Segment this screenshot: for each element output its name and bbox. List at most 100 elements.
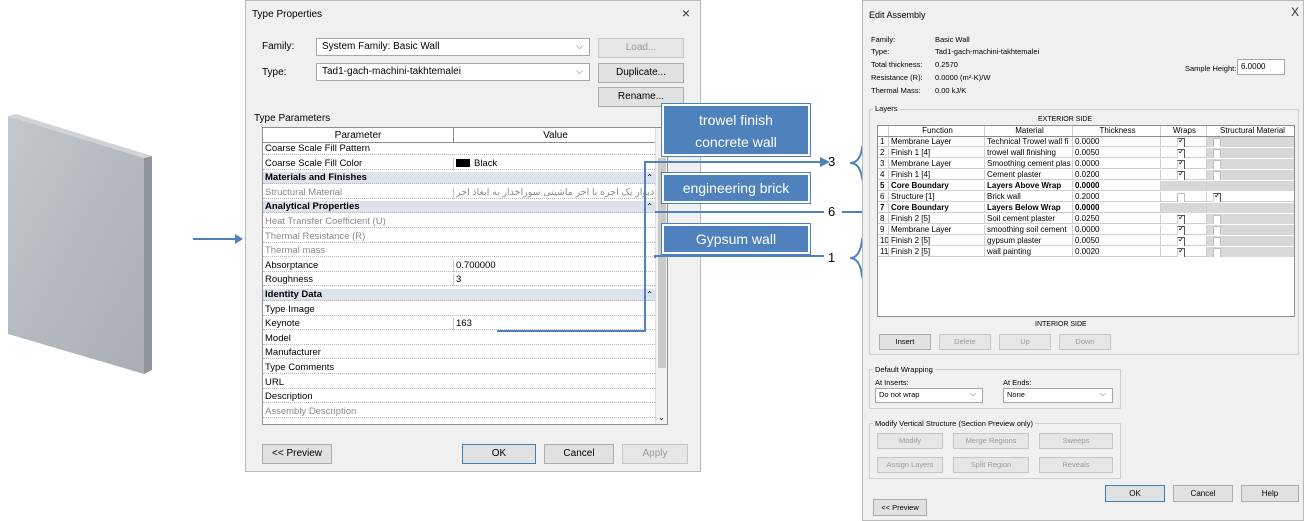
at-inserts-select[interactable]: Do not wrap ⌵ [875,388,983,403]
wraps-checkbox[interactable] [1177,215,1185,224]
layer-thickness[interactable]: 0.0000 [1072,181,1160,191]
structural-checkbox[interactable] [1213,149,1221,158]
layer-material[interactable]: Brick wall [984,192,1072,202]
layer-row[interactable]: 8 Finish 2 [5] Soil cement plaster 0.0250 [878,214,1294,224]
layer-thickness[interactable]: 0.0050 [1072,148,1160,158]
preview-button[interactable]: << Preview [873,499,927,516]
layer-function[interactable]: Finish 1 [4] [888,170,984,180]
structural-checkbox[interactable] [1213,160,1221,169]
wraps-checkbox[interactable] [1177,171,1185,180]
layer-number[interactable]: 3 [878,159,888,169]
layer-row[interactable]: 9 Membrane Layer smoothing soil cement 0.00… [878,225,1294,235]
layer-material[interactable]: Layers Above Wrap [984,181,1072,191]
structural-checkbox[interactable] [1213,138,1221,147]
structural-cell [1206,137,1294,147]
layer-material[interactable]: trowel wall finishing [984,148,1072,158]
assign-layers-button[interactable]: Assign Layers [877,457,943,473]
structural-checkbox[interactable] [1213,237,1221,246]
layer-number[interactable]: 4 [878,170,888,180]
close-icon[interactable]: X [1291,5,1299,19]
layer-row[interactable]: 6 Structure [1] Brick wall 0.2000 [878,192,1294,202]
at-ends-select[interactable]: None ⌵ [1003,388,1113,403]
layer-material[interactable]: gypsum plaster [984,236,1072,246]
callout-trowel-finish: trowel finish concrete wall [661,103,811,157]
mass-label: Thermal Mass: [871,86,921,95]
layer-number[interactable]: 7 [878,203,888,213]
layer-material[interactable]: Technical Trowel wall fi [984,137,1072,147]
layer-number[interactable]: 8 [878,214,888,224]
layer-material[interactable]: Soil cement plaster [984,214,1072,224]
layer-function[interactable]: Core Boundary [888,181,984,191]
layer-material[interactable]: Layers Below Wrap [984,203,1072,213]
ok-button[interactable]: OK [1105,485,1165,502]
structural-checkbox[interactable] [1213,193,1221,202]
layer-row[interactable]: 4 Finish 1 [4] Cement plaster 0.0200 [878,170,1294,180]
help-button[interactable]: Help [1241,485,1299,502]
down-button[interactable]: Down [1059,334,1111,350]
layer-thickness[interactable]: 0.0000 [1072,225,1160,235]
up-button[interactable]: Up [999,334,1051,350]
layer-function[interactable]: Membrane Layer [888,225,984,235]
layer-function[interactable]: Membrane Layer [888,159,984,169]
layer-number[interactable]: 10 [878,236,888,246]
layer-row[interactable]: 5 Core Boundary Layers Above Wrap 0.0000 [878,181,1294,191]
layer-thickness[interactable]: 0.0200 [1072,170,1160,180]
layer-row[interactable]: 11 Finish 2 [5] wall painting 0.0020 [878,247,1294,257]
layer-function[interactable]: Core Boundary [888,203,984,213]
layer-function[interactable]: Finish 2 [5] [888,247,984,257]
layer-number[interactable]: 9 [878,225,888,235]
layer-row[interactable]: 7 Core Boundary Layers Below Wrap 0.0000 [878,203,1294,213]
wraps-checkbox[interactable] [1177,193,1185,202]
wraps-checkbox[interactable] [1177,237,1185,246]
merge-regions-button[interactable]: Merge Regions [953,433,1029,449]
structural-checkbox[interactable] [1213,226,1221,235]
layer-function[interactable]: Finish 2 [5] [888,214,984,224]
delete-button[interactable]: Delete [939,334,991,350]
wraps-cell [1160,170,1206,180]
layer-thickness[interactable]: 0.0020 [1072,247,1160,257]
split-region-button[interactable]: Split Region [953,457,1029,473]
layer-number[interactable]: 1 [878,137,888,147]
layer-thickness[interactable]: 0.0250 [1072,214,1160,224]
layer-row[interactable]: 3 Membrane Layer Smoothing cement plas 0.00… [878,159,1294,169]
cancel-button[interactable]: Cancel [1173,485,1233,502]
wraps-checkbox[interactable] [1177,149,1185,158]
modify-button[interactable]: Modify [877,433,943,449]
layer-thickness[interactable]: 0.0050 [1072,236,1160,246]
layer-row[interactable]: 10Finish 2 [5]gypsum plaster0.0050 [878,236,1294,246]
structural-cell [1206,181,1294,191]
layer-thickness[interactable]: 0.0000 [1072,159,1160,169]
layer-function[interactable]: Finish 1 [4] [888,148,984,158]
layer-function[interactable]: Finish 2 [5] [888,236,984,246]
layer-thickness[interactable]: 0.0000 [1072,137,1160,147]
layer-row[interactable]: 2 Finish 1 [4] trowel wall finishing 0.0050 [878,148,1294,158]
layer-function[interactable]: Structure [1] [888,192,984,202]
layer-number[interactable]: 6 [878,192,888,202]
layer-number[interactable]: 2 [878,148,888,158]
structural-checkbox[interactable] [1213,248,1221,257]
wraps-checkbox[interactable] [1177,138,1185,147]
structural-checkbox[interactable] [1213,215,1221,224]
layer-material[interactable]: wall painting [984,247,1072,257]
wraps-checkbox[interactable] [1177,248,1185,257]
layer-material[interactable]: Smoothing cement plas [984,159,1072,169]
layer-function[interactable]: Membrane Layer [888,137,984,147]
wraps-cell [1160,247,1206,257]
layer-material[interactable]: smoothing soil cement [984,225,1072,235]
layer-row[interactable]: 1 Membrane Layer Technical Trowel wall fi 0… [878,137,1294,147]
modify-vertical-label: Modify Vertical Structure (Section Previ… [873,419,1035,428]
layer-material[interactable]: Cement plaster [984,170,1072,180]
wraps-checkbox[interactable] [1177,226,1185,235]
sample-height-input[interactable]: 6.0000 [1237,59,1285,75]
layer-number[interactable]: 5 [878,181,888,191]
layer-thickness[interactable]: 0.2000 [1072,192,1160,202]
layer-number[interactable]: 11 [878,247,888,257]
layer-thickness[interactable]: 0.0000 [1072,203,1160,213]
thickness-value: 0.2570 [935,60,958,69]
insert-button[interactable]: Insert [879,334,931,350]
sweeps-button[interactable]: Sweeps [1039,433,1113,449]
family-label: Family: [871,35,896,44]
reveals-button[interactable]: Reveals [1039,457,1113,473]
wraps-checkbox[interactable] [1177,160,1185,169]
structural-checkbox[interactable] [1213,171,1221,180]
